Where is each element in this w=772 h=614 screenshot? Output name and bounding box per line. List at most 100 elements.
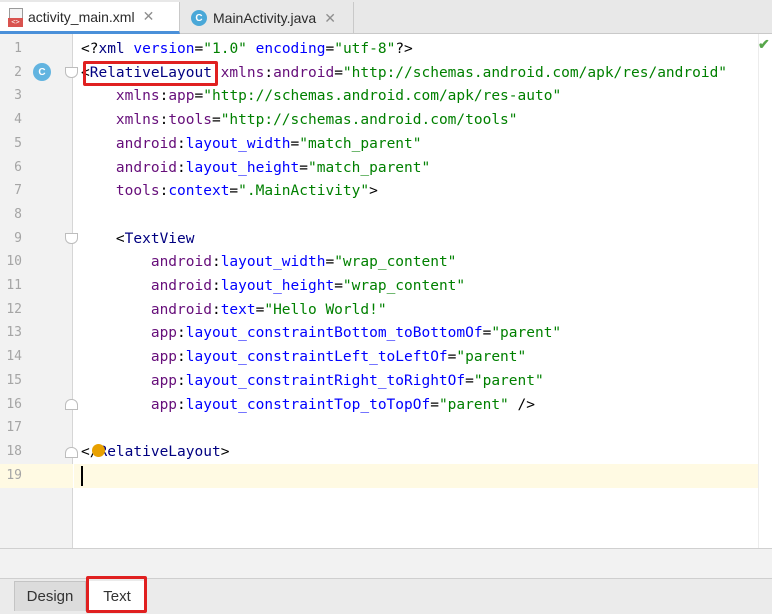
line-number: 8 bbox=[14, 206, 22, 222]
code-token: layout_constraintRight_toRightOf bbox=[185, 372, 466, 389]
code-line[interactable]: 13 app:layout_constraintBottom_toBottomO… bbox=[0, 321, 772, 345]
code-token: layout_width bbox=[220, 254, 326, 271]
code-token: version bbox=[124, 41, 195, 57]
code-token: = bbox=[299, 159, 308, 176]
related-class-gutter-icon[interactable]: C bbox=[33, 63, 51, 81]
line-number: 13 bbox=[6, 325, 22, 341]
tab-design[interactable]: Design bbox=[14, 581, 86, 611]
code-token: = bbox=[290, 135, 300, 152]
code-line[interactable]: 11 android:layout_height="wrap_content" bbox=[0, 274, 772, 298]
code-token: android bbox=[81, 159, 178, 176]
code-token: = bbox=[334, 278, 343, 294]
code-token: "parent" bbox=[438, 396, 509, 413]
code-token: "wrap_content" bbox=[342, 278, 466, 294]
code-token: app bbox=[81, 372, 178, 389]
code-line[interactable]: 5 android:layout_width="match_parent" bbox=[0, 132, 772, 156]
code-line[interactable]: 3 xmlns:app="http://schemas.android.com/… bbox=[0, 84, 772, 108]
code-token: layout_width bbox=[185, 135, 291, 152]
code-token: "Hello World!" bbox=[264, 301, 387, 318]
code-token: = bbox=[465, 372, 474, 389]
code-line[interactable]: 8 bbox=[0, 203, 772, 227]
code-token: = bbox=[229, 183, 239, 200]
code-token: layout_constraintBottom_toBottomOf bbox=[185, 325, 483, 342]
tab-activity-main-xml[interactable]: <> activity_main.xml ✕ bbox=[0, 2, 180, 34]
code-line[interactable]: 4 xmlns:tools="http://schemas.android.co… bbox=[0, 108, 772, 132]
code-line[interactable]: 18 </RelativeLayout> bbox=[0, 440, 772, 464]
code-token: : bbox=[177, 159, 186, 176]
code-token: layout_height bbox=[185, 159, 300, 176]
code-token: : bbox=[211, 301, 221, 318]
code-line[interactable]: 6 android:layout_height="match_parent" bbox=[0, 156, 772, 180]
code-line[interactable]: 9 <TextView bbox=[0, 227, 772, 251]
code-token: ?> bbox=[395, 41, 413, 57]
code-line[interactable]: 10 android:layout_width="wrap_content" bbox=[0, 250, 772, 274]
code-token: "match_parent" bbox=[299, 135, 422, 152]
code-token: android bbox=[273, 64, 335, 81]
code-line[interactable]: 17 bbox=[0, 416, 772, 440]
code-token: "match_parent" bbox=[308, 159, 431, 176]
code-text: app:layout_constraintTop_toTopOf="parent… bbox=[81, 393, 535, 417]
code-text: xmlns:app="http://schemas.android.com/ap… bbox=[81, 84, 561, 108]
code-text: <TextView bbox=[81, 227, 195, 251]
java-class-icon: C bbox=[191, 10, 207, 26]
line-number: 19 bbox=[6, 467, 22, 483]
code-token: "http://schemas.android.com/tools" bbox=[220, 112, 518, 129]
close-icon[interactable]: ✕ bbox=[324, 10, 336, 27]
code-line[interactable]: 16 app:layout_constraintTop_toTopOf="par… bbox=[0, 393, 772, 417]
code-line[interactable]: 15 app:layout_constraintRight_toRightOf=… bbox=[0, 369, 772, 393]
code-token: encoding bbox=[246, 41, 326, 57]
code-text: android:text="Hello World!" bbox=[81, 298, 387, 322]
code-line[interactable]: 14 app:layout_constraintLeft_toLeftOf="p… bbox=[0, 345, 772, 369]
line-number: 14 bbox=[6, 349, 22, 365]
code-token: = bbox=[325, 41, 335, 57]
line-number: 7 bbox=[14, 183, 22, 199]
line-number: 11 bbox=[6, 278, 22, 293]
code-token: layout_constraintTop_toTopOf bbox=[185, 396, 431, 413]
close-icon[interactable]: ✕ bbox=[143, 8, 155, 25]
code-token: "http://schemas.android.com/apk/res/andr… bbox=[342, 64, 728, 81]
code-token: app bbox=[81, 396, 178, 413]
code-token: : bbox=[177, 349, 186, 366]
code-token: /> bbox=[508, 396, 535, 413]
code-token: app bbox=[81, 349, 178, 366]
code-token: : bbox=[211, 254, 221, 271]
code-token: layout_constraintLeft_toLeftOf bbox=[185, 349, 448, 366]
fold-open-icon[interactable] bbox=[65, 67, 78, 78]
tab-main-activity-java[interactable]: C MainActivity.java ✕ bbox=[181, 2, 354, 34]
code-token: = bbox=[325, 254, 335, 271]
code-token: app bbox=[168, 88, 195, 105]
code-text: android:layout_width="match_parent" bbox=[81, 132, 422, 156]
xml-file-icon: <> bbox=[8, 7, 24, 27]
code-line[interactable]: 7 tools:context=".MainActivity"> bbox=[0, 179, 772, 203]
intention-bulb-icon[interactable] bbox=[92, 444, 105, 457]
code-token: context bbox=[168, 183, 230, 200]
fold-open-icon[interactable] bbox=[65, 233, 78, 244]
code-token: RelativeLayout bbox=[98, 443, 221, 460]
code-token: android bbox=[81, 301, 212, 318]
code-token: xmlns bbox=[211, 64, 265, 81]
fold-close-icon[interactable] bbox=[65, 399, 78, 410]
code-token: android bbox=[81, 254, 212, 271]
code-token: android bbox=[81, 278, 212, 294]
line-number: 16 bbox=[6, 396, 22, 412]
code-token: > bbox=[369, 183, 378, 200]
code-text: tools:context=".MainActivity"> bbox=[81, 179, 378, 203]
code-line[interactable]: 1 <?xml version="1.0" encoding="utf-8"?> bbox=[0, 37, 772, 61]
code-token: : bbox=[159, 112, 169, 129]
code-token: : bbox=[159, 183, 169, 200]
code-text: app:layout_constraintLeft_toLeftOf="pare… bbox=[81, 345, 526, 369]
code-token: tools bbox=[81, 183, 160, 200]
code-token: layout_height bbox=[220, 278, 335, 294]
code-token: = bbox=[482, 325, 492, 342]
code-token: "wrap_content" bbox=[334, 254, 457, 271]
code-line[interactable]: 19 bbox=[0, 464, 772, 488]
line-number: 1 bbox=[14, 41, 22, 56]
code-line[interactable]: 12 android:text="Hello World!" bbox=[0, 298, 772, 322]
code-token: = bbox=[211, 112, 221, 129]
line-number: 10 bbox=[6, 254, 22, 270]
fold-close-icon[interactable] bbox=[65, 447, 78, 458]
code-text: android:layout_height="wrap_content" bbox=[81, 274, 465, 298]
tab-label: activity_main.xml bbox=[28, 8, 135, 25]
code-token: "parent" bbox=[456, 349, 527, 366]
line-number: 4 bbox=[14, 112, 22, 128]
